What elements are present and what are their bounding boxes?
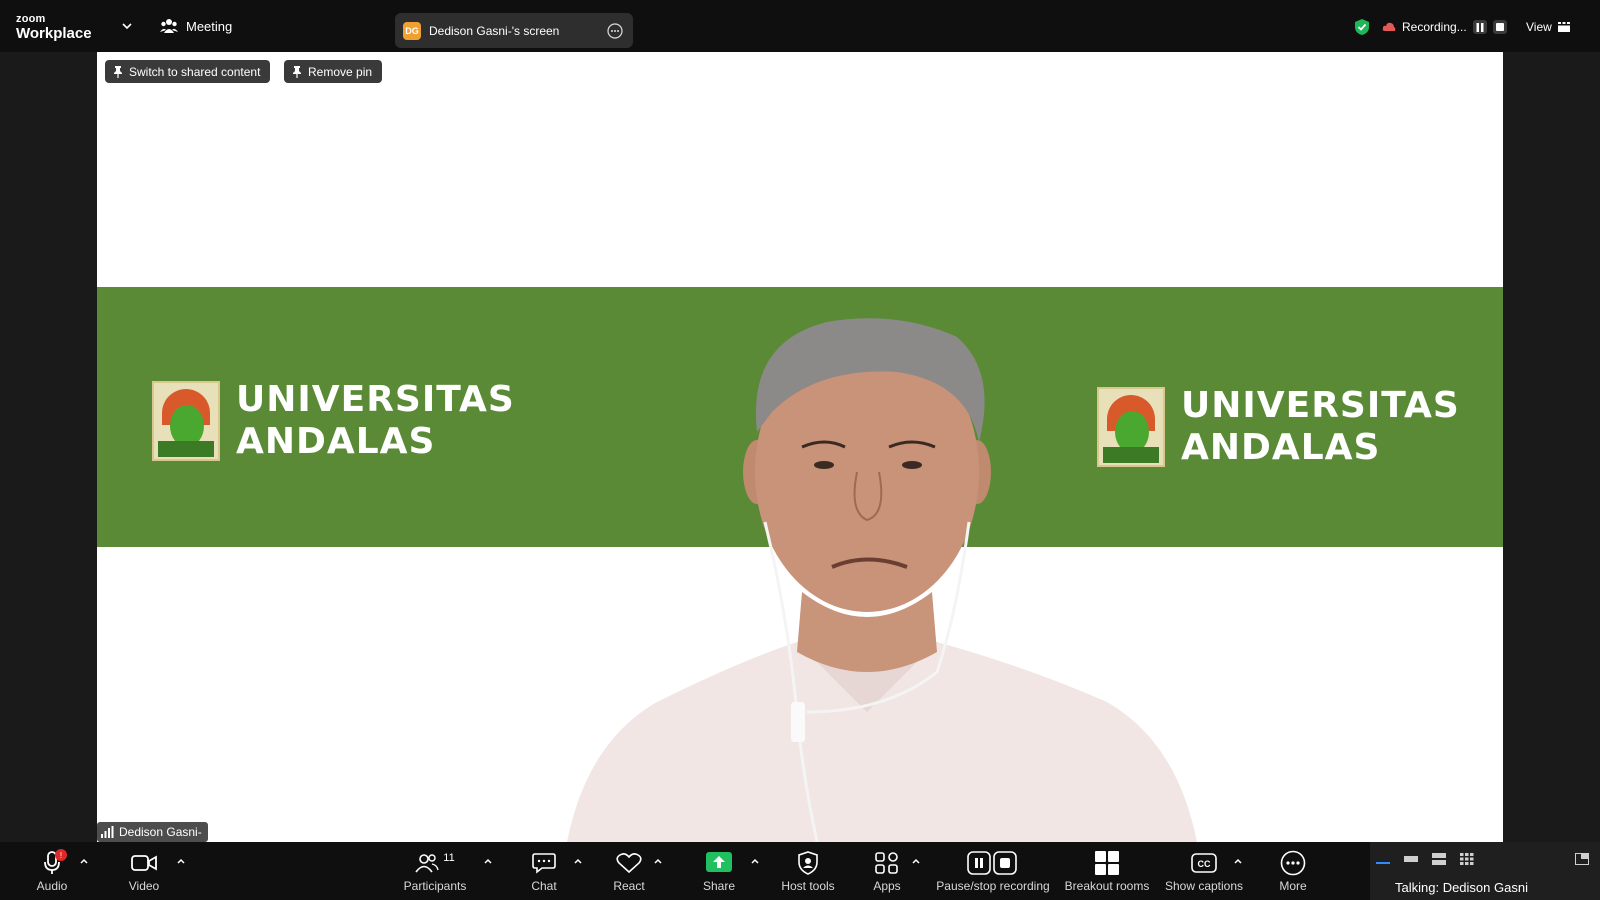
brand-line1: zoom	[16, 13, 46, 25]
top-bar: zoom Workplace Meeting DG Dedison Gasni-…	[0, 0, 1600, 52]
audio-button[interactable]: ! Audio	[32, 842, 72, 900]
react-label: React	[613, 879, 645, 893]
show-captions-button[interactable]: CC Show captions	[1162, 842, 1246, 900]
switch-to-shared-content-button[interactable]: Switch to shared content	[105, 60, 271, 83]
participants-count: 11	[443, 852, 455, 864]
pause-stop-recording-icon	[967, 851, 1017, 875]
video-camera-icon	[131, 855, 157, 871]
float-window-icon[interactable]	[1575, 853, 1589, 865]
shield-check-icon	[1355, 19, 1369, 35]
remove-pin-label: Remove pin	[308, 64, 373, 79]
recording-label: Recording...	[1402, 20, 1467, 34]
university-logo-right: UNIVERSITAS ANDALAS	[1097, 385, 1460, 469]
stop-recording-button[interactable]	[1492, 20, 1507, 34]
participant-name: Dedison Gasni-	[119, 825, 202, 839]
talking-indicator: Talking: Dedison Gasni	[1395, 880, 1528, 895]
video-label: Video	[128, 879, 160, 893]
share-options-caret-icon[interactable]	[750, 856, 760, 866]
react-button[interactable]: React	[609, 842, 649, 900]
captions-options-caret-icon[interactable]	[1233, 856, 1243, 866]
remove-pin-button[interactable]: Remove pin	[284, 60, 383, 83]
university-crest-icon	[152, 381, 220, 461]
university-logo-left: UNIVERSITAS ANDALAS	[152, 379, 515, 463]
switch-label: Switch to shared content	[129, 64, 261, 79]
chevron-down-icon[interactable]	[120, 20, 134, 32]
meeting-label: Meeting	[186, 18, 233, 34]
university-crest-icon	[1097, 387, 1165, 467]
apps-label: Apps	[873, 879, 901, 893]
university-name-right: UNIVERSITAS ANDALAS	[1181, 385, 1460, 469]
participants-button[interactable]: 11 Participants	[400, 842, 470, 900]
chat-label: Chat	[531, 879, 557, 893]
breakout-rooms-button[interactable]: Breakout rooms	[1062, 842, 1152, 900]
chat-icon	[532, 853, 556, 874]
pause-stop-label: Pause/stop recording	[936, 879, 1050, 893]
shared-screen-indicator[interactable]: DG Dedison Gasni-'s screen	[395, 13, 633, 48]
pin-icon	[293, 65, 301, 78]
pause-icon	[1476, 22, 1484, 32]
layout-stacked-icon[interactable]	[1432, 853, 1446, 865]
university-line2: ANDALAS	[236, 421, 436, 462]
chat-options-caret-icon[interactable]	[573, 856, 583, 866]
participants-icon	[415, 854, 439, 873]
university-line1: UNIVERSITAS	[1181, 385, 1460, 426]
people-icon	[160, 19, 178, 33]
video-button[interactable]: Video	[124, 842, 164, 900]
shield-icon	[798, 851, 818, 875]
university-banner: UNIVERSITAS ANDALAS UNIVERSITAS ANDALAS	[97, 287, 1503, 547]
more-icon	[1280, 850, 1306, 876]
apps-options-caret-icon[interactable]	[911, 856, 921, 866]
apps-button[interactable]: Apps	[867, 842, 907, 900]
participants-options-caret-icon[interactable]	[483, 856, 493, 866]
chat-button[interactable]: Chat	[524, 842, 564, 900]
participants-label: Participants	[403, 879, 467, 893]
host-tools-label: Host tools	[781, 879, 835, 893]
signal-strength-icon	[101, 826, 114, 838]
zoom-logo: zoom Workplace	[16, 13, 92, 42]
cloud-record-icon	[1382, 22, 1396, 31]
audio-warning-badge: !	[55, 849, 67, 861]
audio-options-caret-icon[interactable]	[79, 856, 89, 866]
host-tools-button[interactable]: Host tools	[776, 842, 840, 900]
more-label: More	[1279, 879, 1307, 893]
more-options-icon[interactable]	[607, 22, 623, 39]
pause-recording-button[interactable]	[1472, 20, 1487, 34]
share-button[interactable]: Share	[699, 842, 739, 900]
breakout-rooms-label: Breakout rooms	[1064, 879, 1150, 893]
stop-icon	[1495, 23, 1504, 31]
layout-single-icon[interactable]	[1404, 853, 1418, 865]
recording-status: Recording...	[1354, 18, 1507, 36]
audio-label: Audio	[36, 879, 68, 893]
layout-minimize-icon[interactable]	[1376, 853, 1390, 865]
video-options-caret-icon[interactable]	[176, 856, 186, 866]
grid-view-icon	[1557, 22, 1570, 32]
show-captions-label: Show captions	[1164, 879, 1244, 893]
brand-line2: Workplace	[16, 25, 92, 42]
sharer-avatar: DG	[403, 21, 421, 40]
university-line2: ANDALAS	[1181, 427, 1381, 468]
view-button[interactable]: View	[1526, 20, 1570, 34]
breakout-rooms-icon	[1095, 851, 1119, 875]
participant-name-tag: Dedison Gasni-	[97, 822, 208, 842]
meeting-toolbar: ! Audio Video 11 Participants Chat React…	[0, 842, 1600, 900]
shared-content-stage: Switch to shared content Remove pin UNIV…	[97, 52, 1503, 842]
meeting-info-button[interactable]: Meeting	[160, 18, 232, 34]
svg-text:CC: CC	[1198, 859, 1211, 869]
closed-captions-icon: CC	[1191, 853, 1217, 873]
react-options-caret-icon[interactable]	[653, 856, 663, 866]
pin-icon	[114, 65, 122, 78]
layout-grid-icon[interactable]	[1460, 853, 1474, 865]
view-label: View	[1526, 20, 1552, 34]
share-label: Share	[702, 879, 736, 893]
university-name-left: UNIVERSITAS ANDALAS	[236, 379, 515, 463]
heart-icon	[616, 853, 642, 874]
apps-icon	[875, 852, 898, 874]
share-screen-icon	[706, 852, 732, 872]
shared-screen-title: Dedison Gasni-'s screen	[429, 23, 560, 38]
university-line1: UNIVERSITAS	[236, 379, 515, 420]
pause-stop-recording-button[interactable]: Pause/stop recording	[935, 842, 1051, 900]
more-button[interactable]: More	[1273, 842, 1313, 900]
